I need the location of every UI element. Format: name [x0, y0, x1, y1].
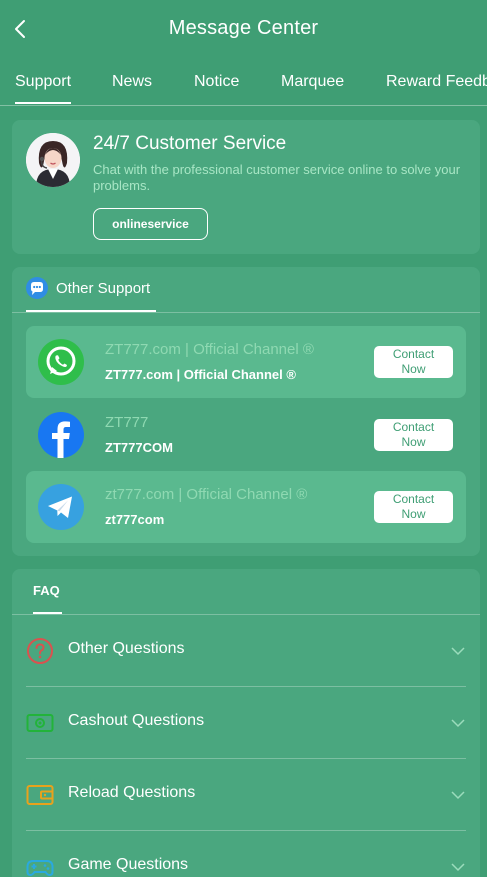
- customer-service-description: Chat with the professional customer serv…: [93, 162, 461, 193]
- wallet-icon: [26, 785, 54, 805]
- customer-service-title: 24/7 Customer Service: [93, 133, 287, 154]
- chevron-down-icon: [451, 647, 465, 656]
- whatsapp-icon: [38, 339, 84, 385]
- contact-now-button[interactable]: Contact Now: [374, 419, 453, 451]
- faq-item-label: Reload Questions: [68, 784, 196, 801]
- contact-row-facebook[interactable]: ZT777 ZT777COM Contact Now: [26, 399, 466, 471]
- cash-icon: [26, 714, 54, 732]
- chat-bubble-icon: [26, 277, 48, 299]
- page-title: Message Center: [168, 17, 319, 39]
- agent-avatar: [26, 133, 80, 187]
- contact-row-telegram[interactable]: zt777.com | Official Channel ® zt777com …: [26, 471, 466, 543]
- contact-now-button[interactable]: Contact Now: [374, 491, 453, 523]
- facebook-icon: [38, 412, 84, 458]
- tab-marquee[interactable]: Marquee: [281, 73, 344, 91]
- online-service-button[interactable]: onlineservice: [93, 208, 208, 240]
- tab-reward-feedback[interactable]: Reward Feedb: [386, 73, 487, 91]
- faq-item-other-questions[interactable]: Other Questions: [26, 615, 466, 687]
- contact-now-button[interactable]: Contact Now: [374, 346, 453, 378]
- faq-item-cashout-questions[interactable]: Cashout Questions: [26, 687, 466, 759]
- contact-title: zt777.com | Official Channel ®: [105, 486, 308, 503]
- header-bar: Message Center: [0, 0, 487, 58]
- faq-item-reload-questions[interactable]: Reload Questions: [26, 759, 466, 831]
- contact-title: ZT777: [105, 414, 149, 431]
- tab-other-support[interactable]: Other Support: [26, 267, 156, 313]
- question-icon: [27, 638, 53, 664]
- tab-notice[interactable]: Notice: [194, 73, 239, 91]
- faq-card: FAQ Other Questions Cashout Questions Re…: [12, 569, 480, 877]
- divider: [12, 312, 480, 313]
- faq-item-label: Cashout Questions: [68, 712, 205, 729]
- other-support-label: Other Support: [56, 280, 151, 297]
- tab-news[interactable]: News: [112, 73, 152, 91]
- gamepad-icon: [26, 860, 54, 877]
- tab-bar: Support News Notice Marquee Reward Feedb: [0, 58, 487, 106]
- chevron-down-icon: [451, 791, 465, 800]
- contact-subtitle: ZT777.com | Official Channel ®: [105, 367, 296, 382]
- faq-item-label: Game Questions: [68, 856, 189, 873]
- other-support-card: Other Support ZT777.com | Official Chann…: [12, 267, 480, 556]
- faq-item-label: Other Questions: [68, 640, 185, 657]
- tab-faq[interactable]: FAQ: [33, 583, 62, 614]
- telegram-icon: [38, 484, 84, 530]
- chevron-down-icon: [451, 863, 465, 872]
- contact-title: ZT777.com | Official Channel ®: [105, 341, 314, 358]
- tab-support[interactable]: Support: [15, 73, 72, 104]
- faq-item-game-questions[interactable]: Game Questions: [26, 831, 466, 877]
- chevron-down-icon: [451, 719, 465, 728]
- contact-subtitle: zt777com: [105, 512, 165, 527]
- contact-row-whatsapp[interactable]: ZT777.com | Official Channel ® ZT777.com…: [26, 326, 466, 398]
- customer-service-card: 24/7 Customer Service Chat with the prof…: [12, 120, 480, 254]
- contact-subtitle: ZT777COM: [105, 440, 173, 455]
